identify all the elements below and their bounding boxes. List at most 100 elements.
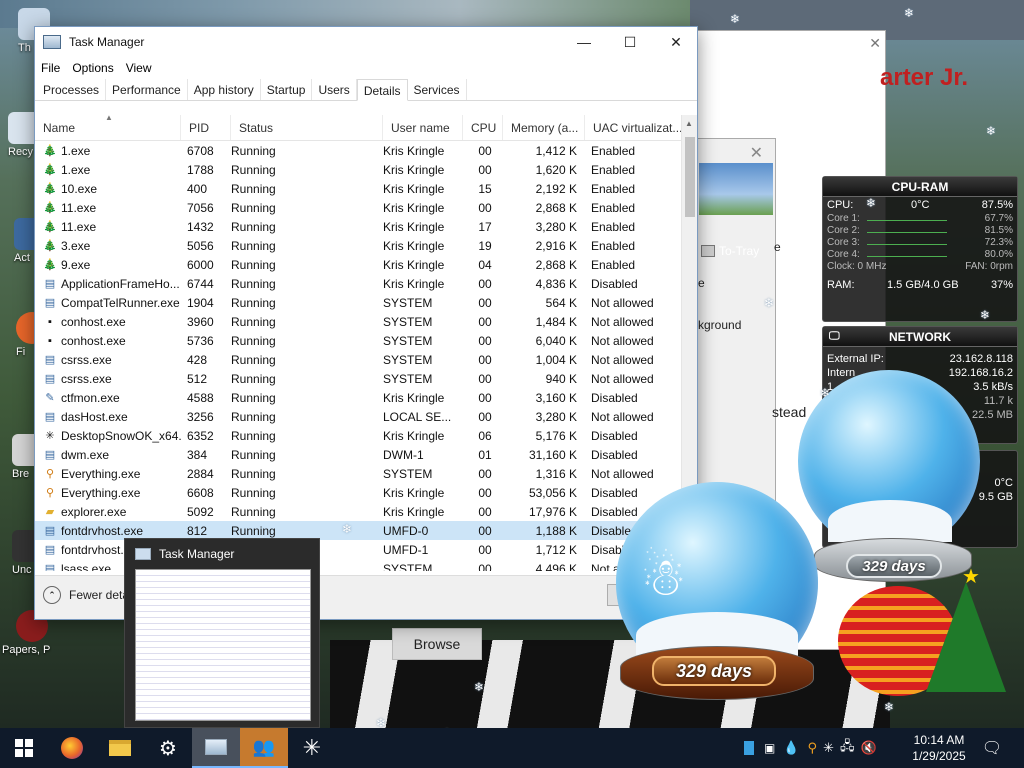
cell-cpu: 01: [478, 447, 492, 462]
tab-performance[interactable]: Performance: [106, 79, 188, 100]
table-row[interactable]: ▤ dwm.exe 384 Running DWM-1 01 31,160 K Disable…: [35, 445, 683, 464]
cell-uac: Not allowed: [591, 352, 654, 367]
tray-network-icon[interactable]: 🖧: [840, 737, 855, 759]
notification-button[interactable]: 🗨: [980, 728, 1004, 768]
table-row[interactable]: ⚲ Everything.exe 6608 Running Kris Kringle 00…: [35, 483, 683, 502]
table-row[interactable]: ▤ dasHost.exe 3256 Running LOCAL SE... 00 3,28…: [35, 407, 683, 426]
tab-details[interactable]: Details: [356, 79, 408, 101]
table-row[interactable]: ▤ csrss.exe 512 Running SYSTEM 00 940 K Not all…: [35, 369, 683, 388]
taskbar-file-explorer[interactable]: [96, 728, 144, 768]
column-header-user-name[interactable]: User name: [383, 115, 463, 140]
table-row[interactable]: 🎄 1.exe 1788 Running Kris Kringle 00 1,620 K En…: [35, 160, 683, 179]
scrollbar-thumb[interactable]: [685, 137, 695, 217]
snowflake-icon: ❄: [730, 12, 741, 26]
table-row[interactable]: 🎄 11.exe 7056 Running Kris Kringle 00 2,868 K E…: [35, 198, 683, 217]
menu-view[interactable]: View: [120, 61, 158, 75]
cell-user-name: Kris Kringle: [383, 390, 445, 405]
taskbar-people-app[interactable]: 👥: [240, 728, 288, 768]
text-fragment: stead: [772, 404, 807, 420]
table-row[interactable]: ▤ ApplicationFrameHo... 6744 Running Kris Kr…: [35, 274, 683, 293]
taskbar-clock[interactable]: 10:14 AM 1/29/2025: [904, 732, 974, 764]
table-row[interactable]: ✳ DesktopSnowOK_x64... 6352 Running Kris Kri…: [35, 426, 683, 445]
cell-cpu: 15: [478, 181, 492, 196]
maximize-button[interactable]: ☐: [607, 27, 653, 57]
cell-memory: 1,620 K: [535, 162, 577, 177]
table-row[interactable]: ▰ explorer.exe 5092 Running Kris Kringle 00 17…: [35, 502, 683, 521]
menu-options[interactable]: Options: [66, 61, 119, 75]
start-button[interactable]: [0, 728, 48, 768]
column-header-name[interactable]: Name: [35, 115, 181, 140]
process-name: DesktopSnowOK_x64...: [61, 428, 181, 443]
cell-name: ▤ dasHost.exe: [35, 410, 181, 424]
taskbar-desktop-snow[interactable]: ✳: [288, 728, 336, 768]
process-name: conhost.exe: [61, 314, 126, 329]
column-header-cpu[interactable]: CPU: [463, 115, 503, 140]
table-row[interactable]: 🎄 9.exe 6000 Running Kris Kringle 04 2,868 K En…: [35, 255, 683, 274]
tab-users[interactable]: Users: [312, 79, 357, 100]
tab-app-history[interactable]: App history: [188, 79, 261, 100]
tray-snowflake-icon[interactable]: ✳: [823, 740, 834, 756]
cell-uac: Enabled: [591, 162, 636, 177]
table-row[interactable]: ▤ csrss.exe 428 Running SYSTEM 00 1,004 K Not a…: [35, 350, 683, 369]
tray-app-icon[interactable]: [744, 741, 754, 755]
table-row[interactable]: ▪ conhost.exe 3960 Running SYSTEM 00 1,484 K No…: [35, 312, 683, 331]
tray-water-icon[interactable]: 💧: [783, 740, 799, 756]
cell-pid: 6708: [187, 143, 214, 158]
taskbar-settings[interactable]: ⚙: [144, 728, 192, 768]
taskbar-task-manager[interactable]: [192, 728, 240, 768]
cpu-value: 87.5%: [981, 199, 1013, 211]
browse-button[interactable]: Browse: [392, 628, 482, 660]
minimize-button[interactable]: —: [561, 27, 607, 57]
process-name: CompatTelRunner.exe: [61, 295, 180, 310]
column-header-status[interactable]: Status: [231, 115, 383, 140]
cell-uac: Not allowed: [591, 409, 654, 424]
cell-name: ▤ csrss.exe: [35, 353, 181, 367]
tray-search-icon[interactable]: ⚲: [808, 740, 818, 756]
cell-cpu: 19: [478, 238, 492, 253]
cell-pid: 428: [187, 352, 208, 367]
tab-services[interactable]: Services: [408, 79, 467, 100]
tab-startup[interactable]: Startup: [261, 79, 313, 100]
chevron-up-icon[interactable]: ⌃: [43, 586, 61, 604]
cell-pid: 512: [187, 371, 208, 386]
table-row[interactable]: ▤ CompatTelRunner.exe 1904 Running SYSTEM 00 5…: [35, 293, 683, 312]
christmas-tree-decoration: [926, 582, 1006, 692]
snowflake-icon: ❄: [820, 386, 831, 400]
cell-user-name: Kris Kringle: [383, 485, 445, 500]
tab-processes[interactable]: Processes: [37, 79, 107, 100]
cell-user-name: LOCAL SE...: [383, 409, 452, 424]
window-icon: ▤: [44, 525, 56, 537]
table-row[interactable]: ✎ ctfmon.exe 4588 Running Kris Kringle 00 3,16…: [35, 388, 683, 407]
table-row[interactable]: 🎄 10.exe 400 Running Kris Kringle 15 2,192 K En…: [35, 179, 683, 198]
table-row[interactable]: ⚲ Everything.exe 2884 Running SYSTEM 00 1,316 …: [35, 464, 683, 483]
cell-pid: 812: [187, 523, 208, 538]
cell-memory: 3,160 K: [535, 390, 577, 405]
table-row[interactable]: 🎄 3.exe 5056 Running Kris Kringle 19 2,916 K En…: [35, 236, 683, 255]
taskbar-firefox[interactable]: [48, 728, 96, 768]
taskbar-thumbnail-preview[interactable]: Task Manager: [124, 538, 320, 728]
drive-size: 9.5 GB: [978, 491, 1013, 503]
drive-temperature: 0°C: [994, 477, 1013, 489]
table-row[interactable]: 🎄 1.exe 6708 Running Kris Kringle 00 1,412 K En…: [35, 141, 683, 160]
close-icon[interactable]: ✕: [750, 143, 763, 163]
console-icon: ▪: [48, 334, 52, 347]
cell-memory: 5,176 K: [535, 428, 577, 443]
snowflake-icon: ❄: [342, 522, 353, 536]
column-header-uac[interactable]: UAC virtualizat...: [585, 115, 683, 140]
column-header-pid[interactable]: PID: [181, 115, 231, 140]
scroll-up-icon[interactable]: ▲: [685, 119, 693, 128]
title-bar[interactable]: Task Manager — ☐ ✕: [35, 27, 697, 57]
table-row[interactable]: 🎄 11.exe 1432 Running Kris Kringle 17 3,280 K E…: [35, 217, 683, 236]
to-tray-option[interactable]: To-Tray: [701, 231, 759, 271]
close-icon[interactable]: ✕: [869, 35, 881, 52]
tray-volume-muted-icon[interactable]: 🔇: [860, 740, 876, 756]
table-row[interactable]: ▪ conhost.exe 5736 Running SYSTEM 00 6,040 K No…: [35, 331, 683, 350]
tray-network-monitor-icon[interactable]: ▣: [764, 741, 775, 755]
close-button[interactable]: ✕: [653, 27, 699, 57]
column-header-memory[interactable]: Memory (a...: [503, 115, 585, 140]
cell-uac: Not allowed: [591, 333, 654, 348]
window-icon: ▤: [44, 411, 56, 423]
menu-file[interactable]: File: [35, 61, 66, 75]
task-manager-icon: [205, 739, 227, 755]
process-name: explorer.exe: [61, 504, 127, 519]
